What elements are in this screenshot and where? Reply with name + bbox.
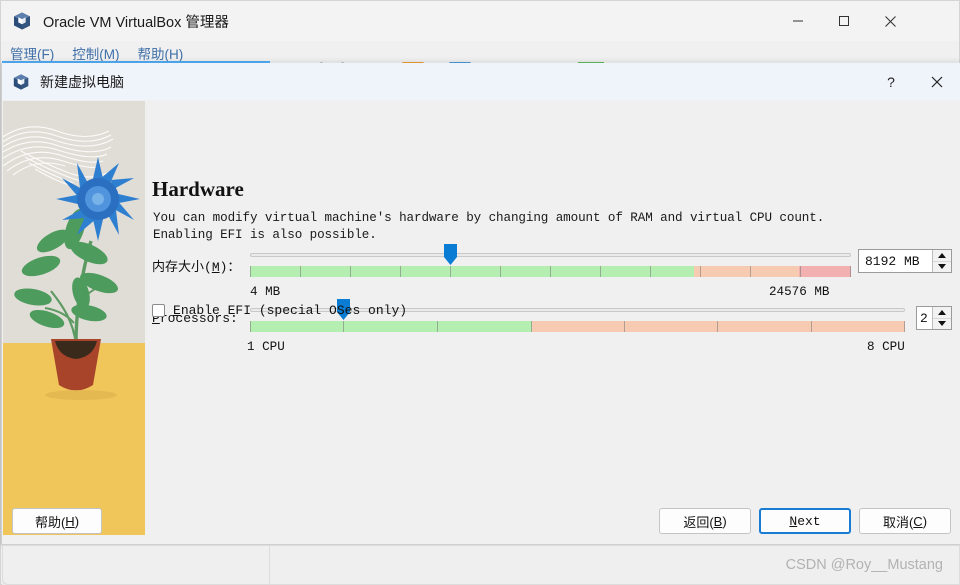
cancel-button-mnemonic: C (913, 513, 923, 529)
memory-size-spinbox[interactable]: 8192 MB (858, 249, 952, 273)
enable-efi-checkbox-row[interactable]: Enable EFI (special OSes only) (152, 303, 407, 318)
page-description: You can modify virtual machine's hardwar… (153, 211, 825, 242)
memory-size-label: 内存大小(M)： (152, 256, 240, 275)
efi-label-tail: nable EFI (special OSes only) (180, 303, 408, 318)
manager-bottom-left-pane (2, 545, 270, 585)
page-title: Hardware (152, 177, 244, 201)
minimize-icon (793, 20, 803, 22)
back-button-mnemonic: B (713, 513, 723, 529)
processors-value[interactable]: 2 (917, 307, 932, 329)
window-maximize-button[interactable] (821, 1, 867, 41)
dialog-titlebar: 新建虚拟电脑 ? (2, 63, 960, 100)
back-button-label-tail: ) (722, 513, 727, 529)
help-button[interactable]: 帮助(H) (12, 508, 102, 534)
virtualbox-cube-icon (13, 73, 29, 90)
menu-item-control[interactable]: 控制(M) (63, 43, 128, 63)
triangle-down-icon (938, 264, 946, 270)
virtualbox-manager-window: Oracle VM VirtualBox 管理器 管理(F) 控制(M) 帮助(… (0, 0, 960, 585)
processors-min-label: 1 CPU (247, 340, 285, 354)
back-button-label-head: 返回( (683, 514, 714, 530)
memory-size-value[interactable]: 8192 MB (859, 250, 932, 272)
memory-slider[interactable] (250, 244, 851, 283)
processors-spin-up-button[interactable] (933, 307, 951, 319)
memory-label-head: 内存大小( (152, 260, 212, 275)
processors-spin-down-button[interactable] (933, 319, 951, 330)
next-button-label-tail: ext (797, 513, 821, 529)
dialog-footer: 帮助(H) 返回(B) Next 取消(C) (2, 498, 960, 544)
memory-min-label: 4 MB (250, 285, 281, 299)
manager-bottom-strip: CSDN @Roy__Mustang (2, 545, 960, 585)
help-button-mnemonic: H (65, 513, 75, 529)
watermark-text: CSDN @Roy__Mustang (785, 557, 943, 573)
menu-item-label: 帮助(H) (137, 46, 184, 62)
menu-item-label: 控制(M) (72, 46, 120, 62)
cancel-button-label-head: 取消( (882, 514, 914, 530)
close-icon (931, 76, 943, 87)
plant-illustration-icon (3, 101, 145, 535)
memory-slider-ticks (250, 266, 851, 277)
processors-spinbox[interactable]: 2 (916, 306, 952, 330)
memory-spin-down-button[interactable] (933, 262, 951, 273)
app-titlebar: Oracle VM VirtualBox 管理器 (1, 1, 959, 41)
triangle-down-icon (938, 321, 946, 327)
back-button[interactable]: 返回(B) (659, 508, 751, 534)
processors-slider-ticks (250, 321, 905, 332)
menu-item-help[interactable]: 帮助(H) (129, 43, 193, 63)
dialog-help-button[interactable]: ? (868, 63, 914, 100)
manager-bottom-right-pane: CSDN @Roy__Mustang (270, 545, 960, 585)
dialog-close-button[interactable] (914, 63, 960, 100)
dialog-title: 新建虚拟电脑 (40, 73, 124, 90)
window-close-button[interactable] (867, 1, 913, 41)
memory-spin-up-button[interactable] (933, 250, 951, 262)
dialog-content: Hardware You can modify virtual machine'… (145, 101, 959, 535)
virtualbox-cube-icon (14, 12, 30, 30)
app-title: Oracle VM VirtualBox 管理器 (43, 14, 229, 31)
memory-label-mnemonic: M (211, 260, 220, 275)
maximize-icon (839, 16, 849, 26)
memory-slider-handle[interactable] (444, 244, 457, 265)
next-button[interactable]: Next (759, 508, 851, 534)
memory-slider-groove (250, 253, 851, 257)
memory-max-label: 24576 MB (769, 285, 830, 299)
close-icon (884, 15, 896, 27)
processors-spin-arrows (932, 307, 951, 329)
cancel-button-label-tail: ) (922, 513, 928, 529)
efi-label-mnemonic: E (173, 303, 181, 318)
memory-spin-arrows (932, 250, 951, 272)
processors-max-label: 8 CPU (867, 340, 905, 354)
enable-efi-label: Enable EFI (special OSes only) (173, 303, 407, 318)
memory-label-tail: )： (219, 260, 241, 275)
cancel-button[interactable]: 取消(C) (859, 508, 951, 534)
new-vm-dialog: 新建虚拟电脑 ? Hardware You can modify virtual… (1, 61, 960, 545)
question-mark-icon: ? (887, 73, 895, 90)
next-button-mnemonic: N (789, 513, 798, 529)
wizard-illustration (3, 101, 145, 535)
window-minimize-button[interactable] (775, 1, 821, 41)
menu-item-manage[interactable]: 管理(F) (1, 43, 63, 63)
menu-item-label: 管理(F) (10, 46, 55, 62)
triangle-up-icon (938, 309, 946, 315)
help-button-label-tail: ) (74, 513, 80, 529)
enable-efi-checkbox[interactable] (152, 304, 165, 317)
triangle-up-icon (938, 252, 946, 258)
help-button-label-head: 帮助( (34, 514, 66, 530)
